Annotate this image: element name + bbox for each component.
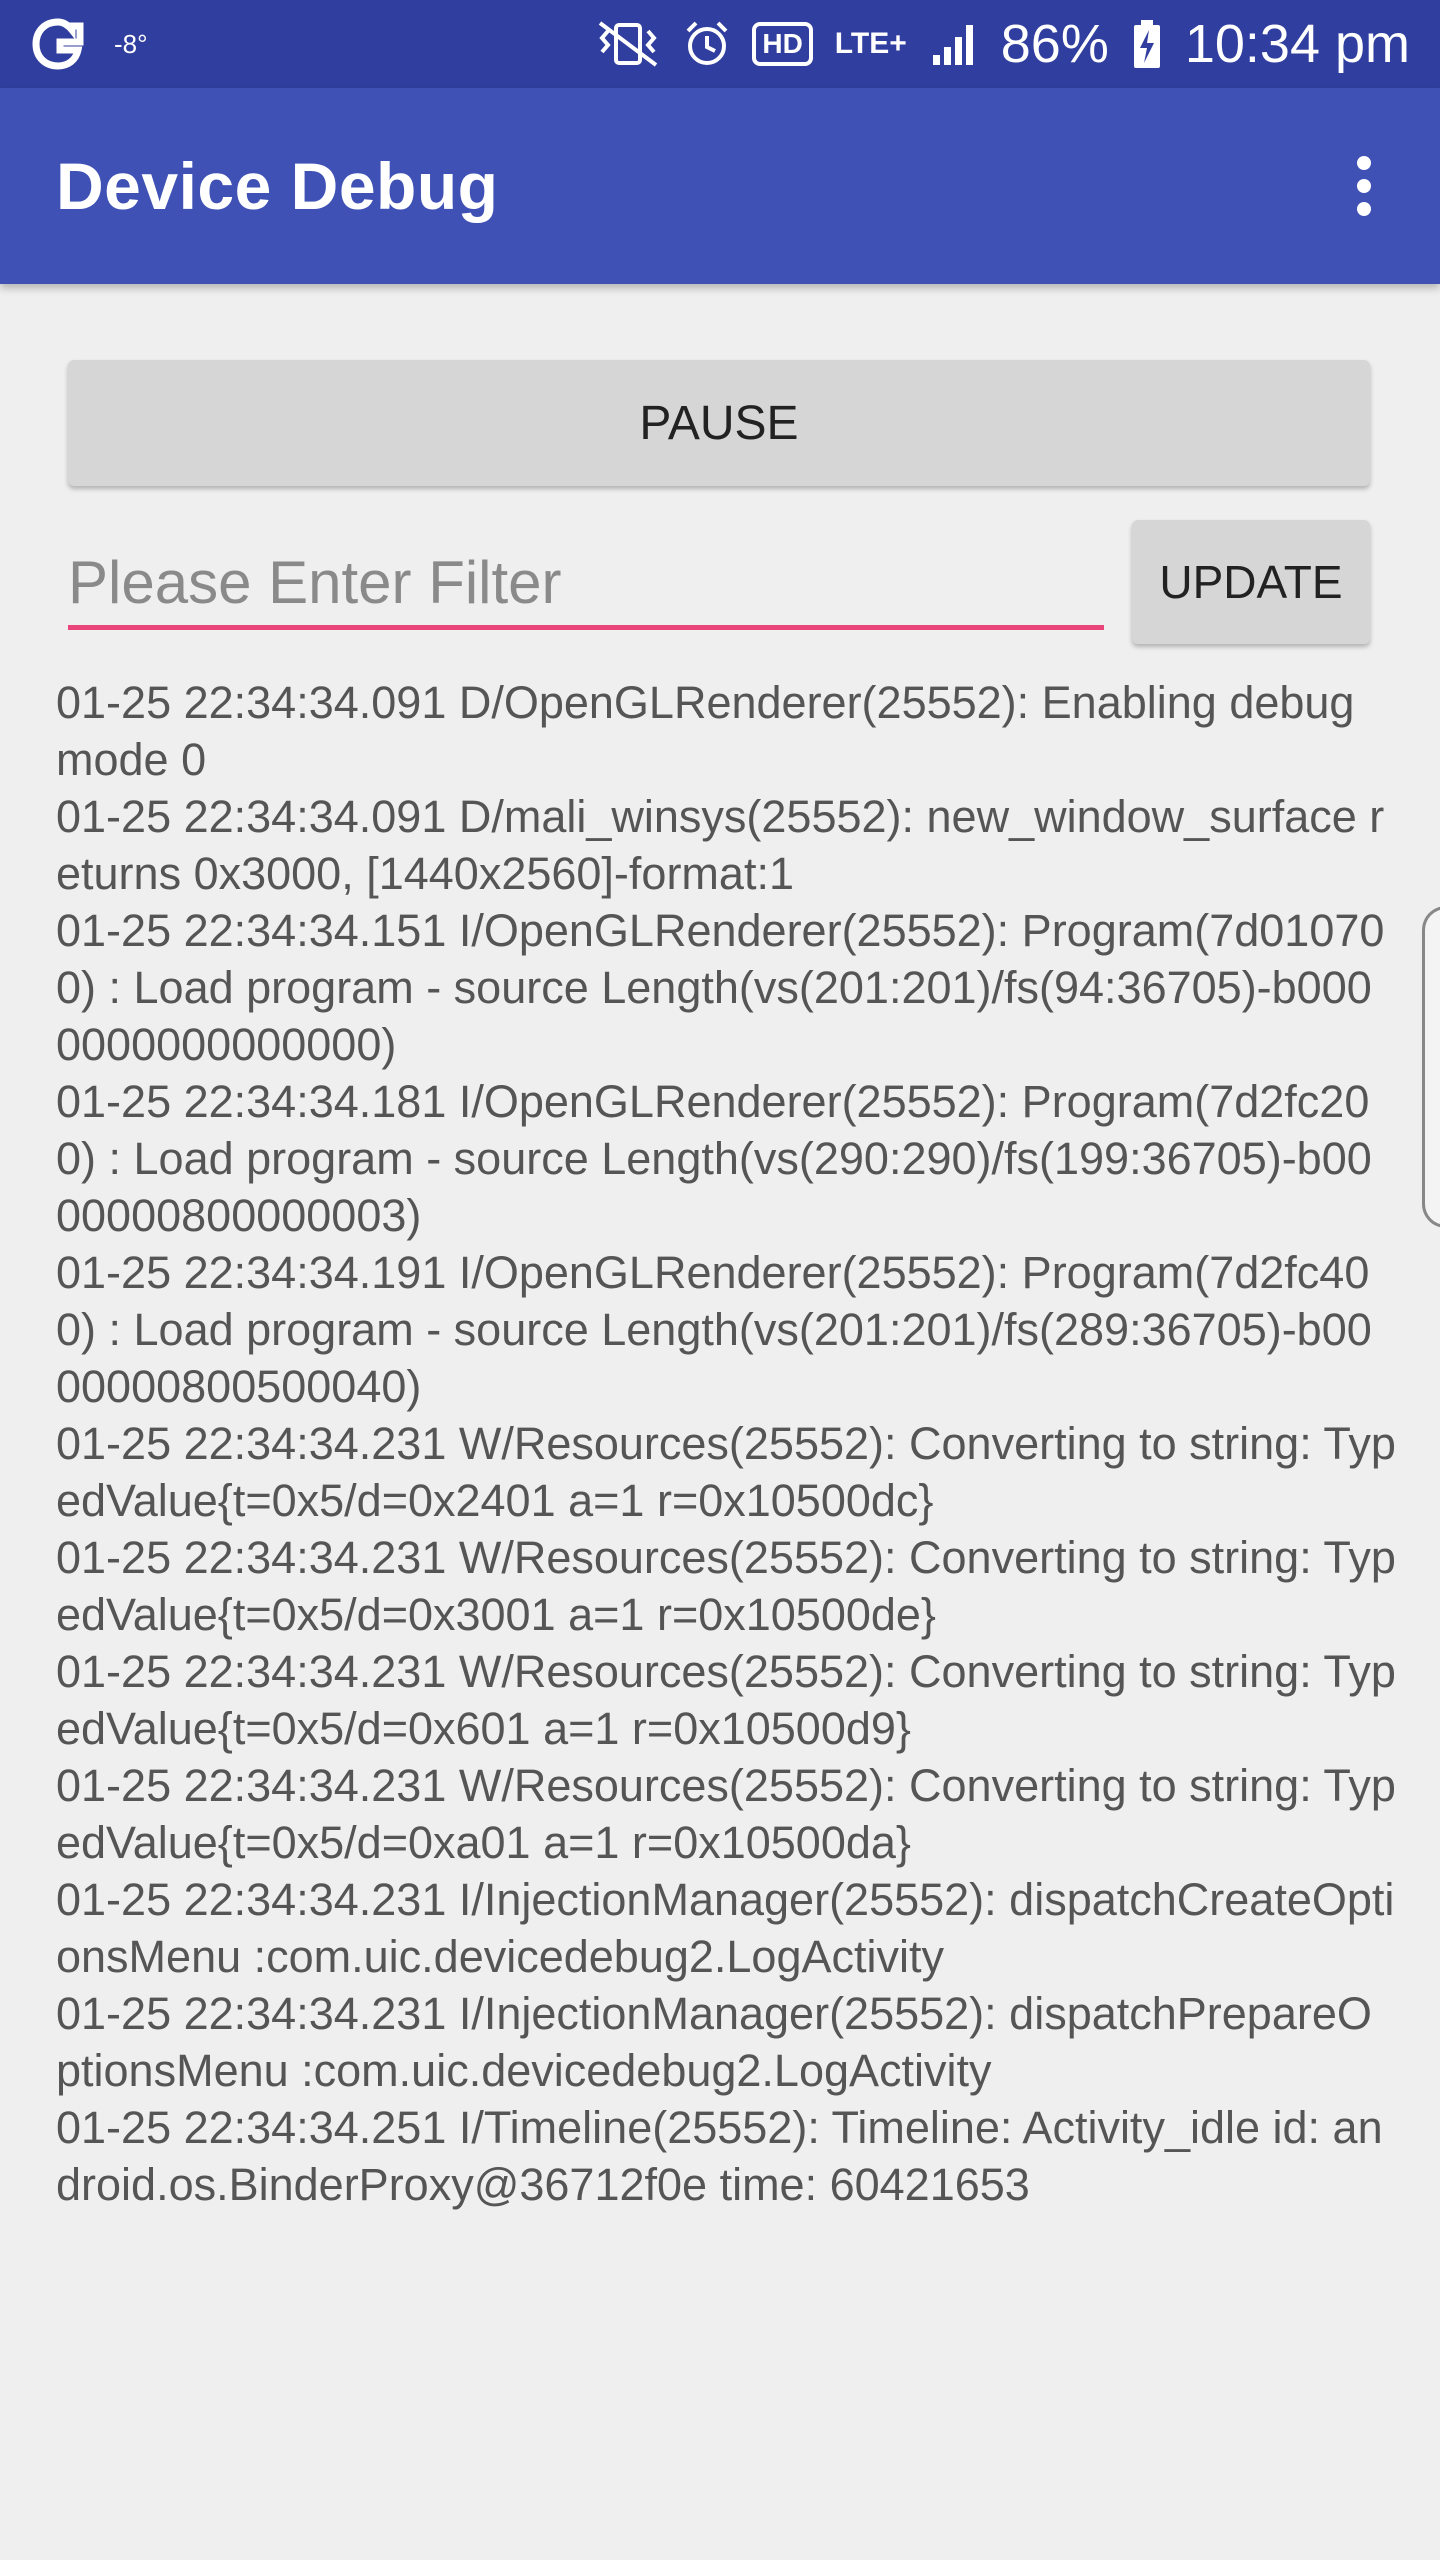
log-entry: 01-25 22:34:34.231 W/Resources(25552): C… xyxy=(56,1532,1396,1640)
app-logo-icon xyxy=(32,18,84,70)
app-bar: Device Debug xyxy=(0,88,1440,284)
log-entry: 01-25 22:34:34.231 I/InjectionManager(25… xyxy=(56,1988,1372,2096)
log-entry: 01-25 22:34:34.231 W/Resources(25552): C… xyxy=(56,1646,1396,1754)
temperature-readout: -8° xyxy=(114,28,148,59)
log-entry: 01-25 22:34:34.231 W/Resources(25552): C… xyxy=(56,1418,1396,1526)
battery-percent: 86% xyxy=(1000,14,1109,74)
log-entry: 01-25 22:34:34.091 D/mali_winsys(25552):… xyxy=(56,791,1385,899)
log-entry: 01-25 22:34:34.191 I/OpenGLRenderer(2555… xyxy=(56,1247,1372,1412)
update-button[interactable]: UPDATE xyxy=(1132,520,1370,644)
log-entry: 01-25 22:34:34.181 I/OpenGLRenderer(2555… xyxy=(56,1076,1372,1241)
overflow-dot xyxy=(1357,156,1371,170)
pause-button[interactable]: PAUSE xyxy=(68,360,1370,486)
clock: 10:34 pm xyxy=(1184,14,1410,74)
filter-field xyxy=(68,540,1104,640)
log-entry: 01-25 22:34:34.251 I/Timeline(25552): Ti… xyxy=(56,2102,1383,2210)
lte-badge: LTE+ xyxy=(834,27,907,60)
log-entry: 01-25 22:34:34.231 W/Resources(25552): C… xyxy=(56,1760,1396,1868)
log-entry: 01-25 22:34:34.091 D/OpenGLRenderer(2555… xyxy=(56,677,1367,785)
log-entry: 01-25 22:34:34.231 I/InjectionManager(25… xyxy=(56,1874,1395,1982)
vibrate-icon xyxy=(599,21,658,67)
filter-input[interactable] xyxy=(68,540,1104,630)
hd-badge: HD xyxy=(752,22,813,66)
log-entry: 01-25 22:34:34.151 I/OpenGLRenderer(2555… xyxy=(56,905,1385,1070)
status-right: HD LTE+ 86% 10:34 pm xyxy=(594,13,1410,75)
alarm-icon xyxy=(686,21,728,65)
edge-panel-handle[interactable] xyxy=(1422,906,1440,1228)
battery-charging-icon xyxy=(1133,20,1160,68)
log-output[interactable]: 01-25 22:34:34.091 D/OpenGLRenderer(2555… xyxy=(56,674,1396,2414)
signal-icon xyxy=(932,25,973,65)
overflow-dot xyxy=(1357,202,1371,216)
status-bar: -8° HD LTE+ 86% 10:34 pm xyxy=(0,0,1440,88)
app-title: Device Debug xyxy=(56,149,499,223)
status-left: -8° xyxy=(30,16,594,72)
overflow-menu-icon[interactable] xyxy=(1344,146,1384,226)
overflow-dot xyxy=(1357,179,1371,193)
